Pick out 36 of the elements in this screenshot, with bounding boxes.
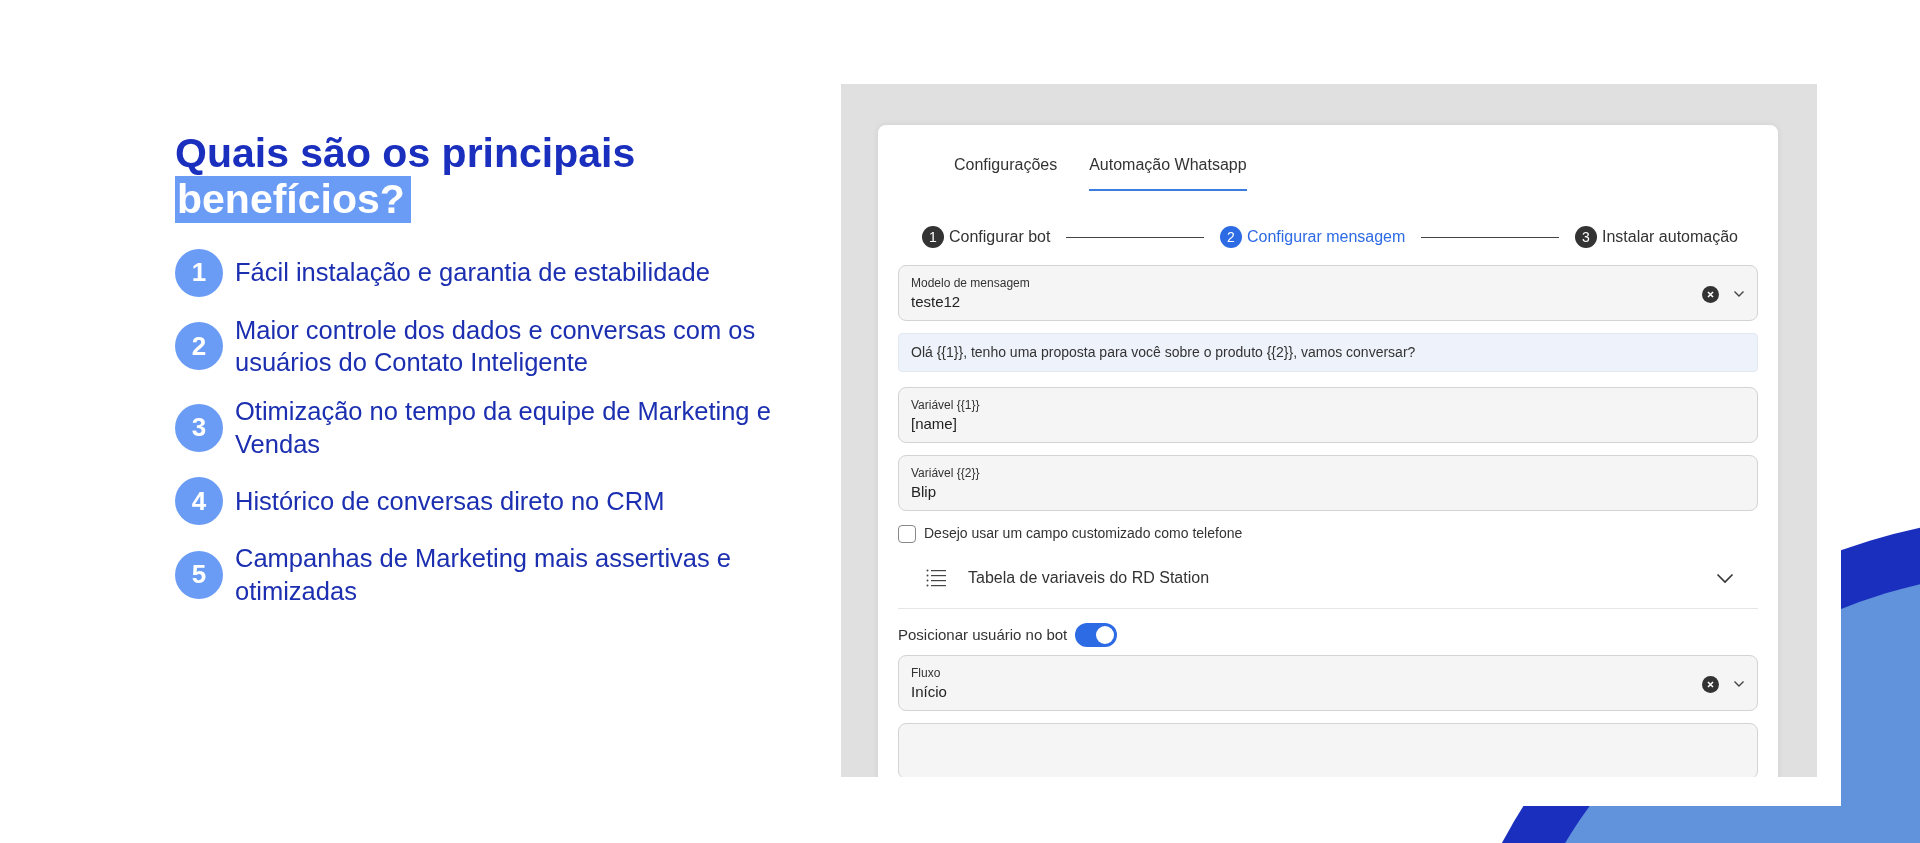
input-field[interactable]: Variável {{1}} [name]	[898, 387, 1758, 443]
benefit-text: Campanhas de Marketing mais assertivas e otimizadas	[235, 543, 733, 607]
step-label: Instalar automação	[1601, 227, 1738, 247]
benefit-text: Histórico de conversas direto no CRM	[235, 485, 666, 517]
checkbox-label: Desejo usar um campo customizado como telefone	[924, 524, 1243, 543]
number-badge: 5	[175, 550, 223, 599]
input-field[interactable]	[898, 723, 1758, 777]
step-label: Configurar bot	[949, 227, 1051, 247]
step-label: Configurar mensagem	[1247, 227, 1406, 247]
select-field[interactable]: Fluxo Início	[898, 655, 1758, 711]
tab[interactable]: Configurações	[954, 153, 1058, 191]
tab[interactable]: Automação Whatsapp	[1089, 153, 1247, 191]
number-badge: 2	[175, 322, 223, 371]
benefit-text: Otimização no tempo da equipe de Marketing e Vendas	[235, 396, 772, 460]
benefit-text: Fácil instalação e garantia de estabilidade	[235, 257, 711, 289]
step-number: 2	[1220, 226, 1242, 248]
number-badge: 3	[175, 403, 223, 452]
input-field[interactable]: Variável {{2}} Blip	[898, 455, 1758, 511]
accordion-title[interactable]: Tabela de variaveis do RD Station	[968, 566, 1716, 590]
clear-icon[interactable]	[1702, 285, 1719, 303]
list-icon	[926, 569, 946, 587]
toggle-switch[interactable]	[1075, 623, 1118, 647]
select-field[interactable]: Modelo de mensagem teste12	[898, 265, 1758, 321]
chevron-down-icon	[1733, 680, 1745, 688]
chevron-down-icon	[1733, 290, 1745, 298]
toggle-label: Posicionar usuário no bot	[898, 624, 1068, 645]
number-badge: 1	[175, 248, 223, 297]
message-preview: Olá {{1}}, tenho uma proposta para você sobre o produto {{2}}, vamos conversar?	[898, 333, 1758, 372]
heading-text: Quais são os principais	[175, 130, 636, 176]
number-badge: 4	[175, 477, 223, 526]
checkbox[interactable]	[898, 524, 916, 543]
heading-highlight: benefícios?	[175, 176, 411, 223]
benefit-text: Maior controle dos dados e conversas com os usuários do Contato Inteligente	[235, 314, 757, 379]
clear-icon[interactable]	[1702, 675, 1719, 693]
step-number: 3	[1574, 226, 1597, 248]
step-number: 1	[922, 226, 944, 248]
